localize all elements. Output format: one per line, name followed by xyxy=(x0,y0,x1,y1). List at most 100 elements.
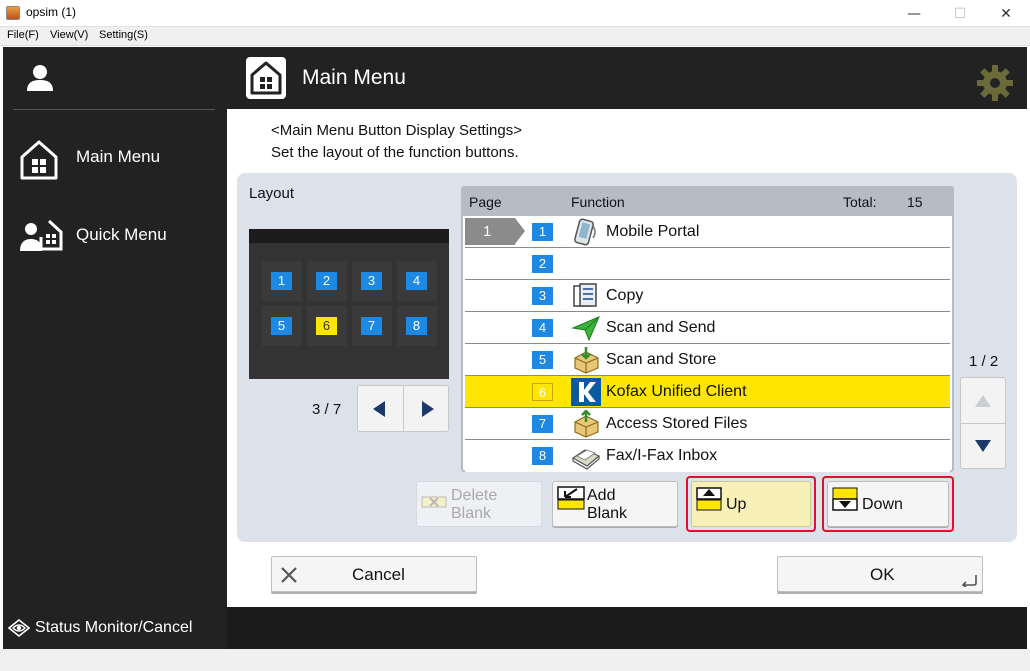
main-content: <Main Menu Button Display Settings> Set … xyxy=(227,109,1027,607)
sidebar-item-quick-menu[interactable]: Quick Menu xyxy=(3,205,227,265)
layout-label: Layout xyxy=(249,185,295,202)
close-icon: ✕ xyxy=(1000,5,1012,22)
mobile-portal-icon xyxy=(574,218,596,246)
cell-number: 5 xyxy=(271,317,292,335)
add-blank-label-2: Blank xyxy=(587,505,628,522)
function-name: Kofax Unified Client xyxy=(606,383,747,400)
table-row[interactable]: 5 Scan and Store xyxy=(465,344,950,376)
layout-cell[interactable]: 2 xyxy=(307,261,347,301)
row-index: 4 xyxy=(532,319,553,337)
triangle-down-icon xyxy=(975,440,991,452)
row-index: 5 xyxy=(532,351,553,369)
table-row[interactable]: 4 Scan and Send xyxy=(465,312,950,344)
layout-cell-selected[interactable]: 6 xyxy=(307,306,347,346)
row-index: 8 xyxy=(532,447,553,465)
cell-number: 6 xyxy=(316,317,337,335)
ok-label: OK xyxy=(870,565,895,584)
cell-number: 2 xyxy=(316,272,337,290)
scroll-up-button[interactable] xyxy=(961,378,1005,423)
row-index: 1 xyxy=(532,223,553,241)
home-icon xyxy=(20,140,58,180)
layout-cell[interactable]: 3 xyxy=(352,261,392,301)
delete-blank-label-1: Delete xyxy=(451,487,498,504)
menu-view[interactable]: View(V) xyxy=(50,29,88,41)
up-button[interactable]: Up xyxy=(691,481,811,527)
table-row[interactable]: 1 1 Mobile Portal xyxy=(465,216,950,248)
total-value: 15 xyxy=(907,194,923,210)
sidebar-item-main-menu[interactable]: Main Menu xyxy=(3,127,227,187)
scan-send-icon xyxy=(571,316,600,342)
ok-button[interactable]: OK xyxy=(777,556,983,592)
menu-file[interactable]: File(F) xyxy=(7,29,39,41)
function-name: Fax/I-Fax Inbox xyxy=(606,447,718,464)
function-name: Scan and Store xyxy=(606,351,717,368)
chevron-left-icon xyxy=(373,401,385,417)
preview-topbar xyxy=(249,229,449,243)
col-page-header: Page xyxy=(469,194,502,210)
status-bar: Status Monitor/Cancel xyxy=(3,607,1027,649)
total-label: Total: xyxy=(843,194,877,210)
add-blank-button[interactable]: Add Blank xyxy=(552,481,678,527)
add-blank-icon xyxy=(557,486,585,510)
table-row[interactable]: 8 Fax/I-Fax Inbox xyxy=(465,440,950,472)
cancel-button[interactable]: Cancel xyxy=(271,556,477,592)
access-files-icon xyxy=(574,410,599,438)
down-label: Down xyxy=(862,496,903,513)
cancel-label: Cancel xyxy=(352,565,405,584)
next-page-button[interactable] xyxy=(404,386,449,431)
gear-icon[interactable] xyxy=(975,63,1015,103)
menu-bar: File(F) View(V) Setting(S) xyxy=(0,27,1030,46)
col-function-header: Function xyxy=(571,194,625,210)
page-marker: 1 xyxy=(465,218,525,245)
layout-cell[interactable]: 5 xyxy=(262,306,302,346)
minimize-icon: — xyxy=(907,5,921,22)
cell-number: 8 xyxy=(406,317,427,335)
table-row[interactable]: 3 Copy xyxy=(465,280,950,312)
up-label: Up xyxy=(726,496,747,513)
status-monitor-button[interactable]: Status Monitor/Cancel xyxy=(3,607,227,649)
window-titlebar: opsim (1) — ☐ ✕ xyxy=(0,0,1030,27)
layout-preview: 1 2 3 4 5 6 7 8 xyxy=(249,229,449,379)
copy-icon xyxy=(573,283,597,307)
move-down-icon xyxy=(832,487,858,511)
close-button[interactable]: ✕ xyxy=(983,0,1029,27)
settings-heading: <Main Menu Button Display Settings> xyxy=(271,122,522,139)
quick-menu-icon xyxy=(20,219,63,251)
move-up-icon xyxy=(696,487,722,511)
maximize-button[interactable]: ☐ xyxy=(937,0,983,27)
delete-blank-label-2: Blank xyxy=(451,505,492,522)
row-index: 6 xyxy=(532,383,553,401)
layout-cell[interactable]: 8 xyxy=(397,306,437,346)
function-name: Access Stored Files xyxy=(606,415,748,432)
prev-page-button[interactable] xyxy=(358,386,403,431)
layout-nav-buttons xyxy=(357,385,449,432)
user-login-area[interactable] xyxy=(3,47,227,109)
user-icon xyxy=(27,65,53,91)
layout-panel: Layout 1 2 3 4 5 6 7 8 3 / 7 Page Functi… xyxy=(237,173,1017,542)
scan-store-icon xyxy=(574,347,599,374)
layout-page-indicator: 3 / 7 xyxy=(312,401,342,418)
delete-blank-button[interactable]: Delete Blank xyxy=(416,481,542,527)
table-row-selected[interactable]: 6 Kofax Unified Client xyxy=(465,376,950,408)
down-button[interactable]: Down xyxy=(827,481,949,527)
menu-setting[interactable]: Setting(S) xyxy=(99,29,148,41)
table-row[interactable]: 7 Access Stored Files xyxy=(465,408,950,440)
function-name: Scan and Send xyxy=(606,319,716,336)
status-monitor-label: Status Monitor/Cancel xyxy=(35,619,193,636)
layout-cell[interactable]: 1 xyxy=(262,261,302,301)
java-app-icon xyxy=(6,6,20,20)
cell-number: 3 xyxy=(361,272,382,290)
table-page-indicator: 1 / 2 xyxy=(969,353,999,370)
row-index: 2 xyxy=(532,255,553,273)
function-name: Copy xyxy=(606,287,644,304)
layout-cell[interactable]: 7 xyxy=(352,306,392,346)
chevron-right-icon xyxy=(422,401,434,417)
kofax-icon xyxy=(571,378,601,406)
scroll-down-button[interactable] xyxy=(961,424,1005,469)
fax-inbox-icon xyxy=(571,449,601,470)
minimize-button[interactable]: — xyxy=(891,0,937,27)
table-row[interactable]: 2 xyxy=(465,248,950,280)
sidebar-item-label: Quick Menu xyxy=(76,225,167,244)
page-header: Main Menu xyxy=(227,47,1027,109)
layout-cell[interactable]: 4 xyxy=(397,261,437,301)
